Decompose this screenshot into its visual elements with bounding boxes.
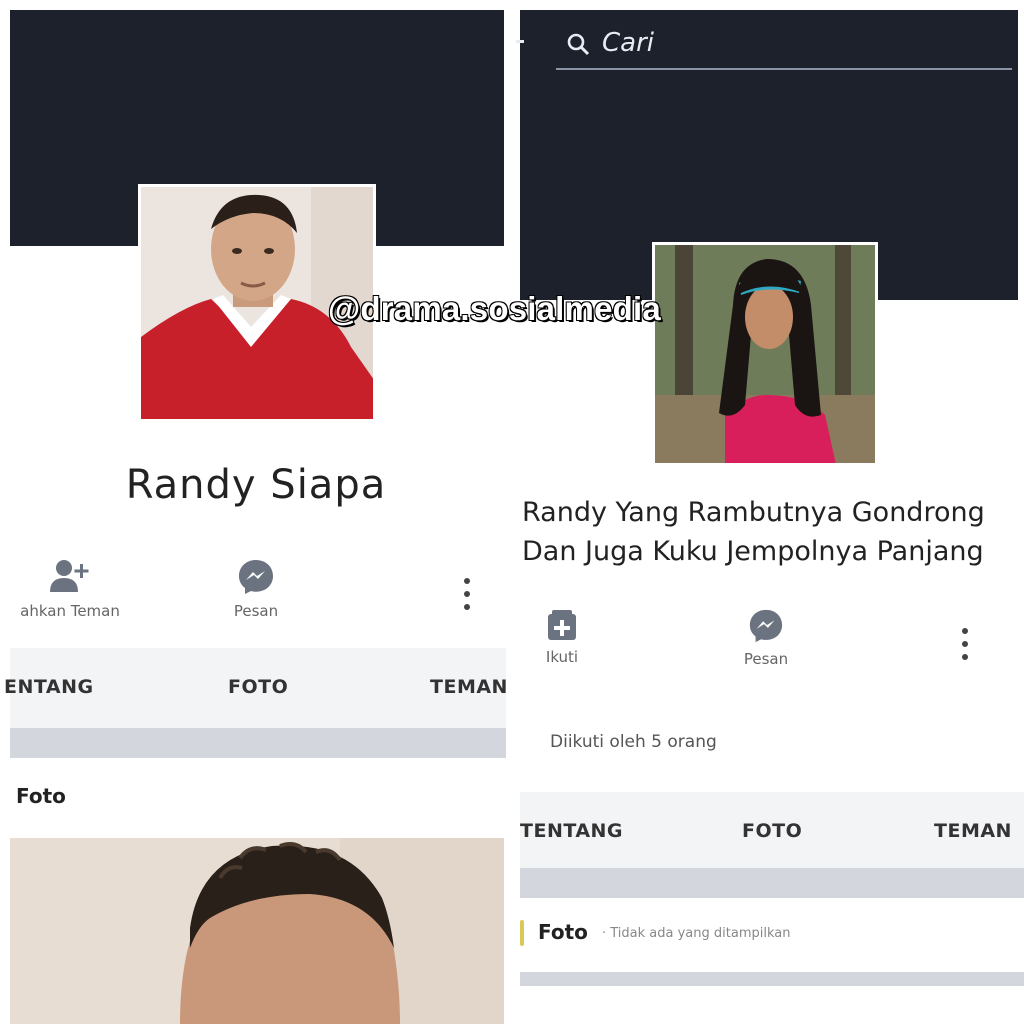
message-label: Pesan	[743, 650, 789, 668]
section-divider	[520, 972, 1024, 986]
left-profile-screenshot: Randy Siapa ahkan Teman Pesan ENTANG FOT…	[0, 0, 512, 1024]
tab-friends[interactable]: TEMAN	[934, 820, 1012, 842]
follow-label: Ikuti	[545, 648, 579, 666]
profile-tabs: ENTANG FOTO TEMAN	[4, 648, 508, 728]
add-friend-button[interactable]: ahkan Teman	[0, 558, 140, 620]
back-arrow-icon[interactable]	[516, 40, 524, 43]
tab-photos[interactable]: FOTO	[228, 676, 288, 698]
tab-about[interactable]: ENTANG	[4, 676, 94, 698]
message-button[interactable]: Pesan	[726, 608, 806, 668]
section-divider	[520, 868, 1024, 898]
section-accent	[520, 920, 524, 946]
search-input[interactable]: Cari	[602, 28, 654, 58]
message-button[interactable]: Pesan	[206, 558, 306, 620]
profile-action-bar: Ikuti Pesan	[512, 598, 1024, 690]
profile-name-line-1: Randy Yang Rambutnya Gondrong	[522, 497, 985, 528]
add-friend-icon	[50, 560, 89, 592]
photos-section-header: Foto · Tidak ada yang ditampilkan	[520, 916, 1024, 956]
profile-picture[interactable]	[652, 242, 878, 466]
section-divider	[10, 728, 506, 758]
follow-icon	[548, 610, 576, 640]
follow-button[interactable]: Ikuti	[532, 608, 592, 666]
add-friend-label: ahkan Teman	[20, 602, 120, 620]
photos-empty-note: · Tidak ada yang ditampilkan	[602, 926, 791, 941]
more-options-icon[interactable]	[962, 628, 970, 667]
watermark-text: @drama.sosialmedia	[327, 289, 661, 328]
followers-count[interactable]: Diikuti oleh 5 orang	[550, 732, 717, 752]
profile-name-line-2: Dan Juga Kuku Jempolnya Panjang	[522, 536, 984, 567]
photo-image	[10, 838, 504, 1024]
photos-section-title: Foto	[538, 920, 588, 944]
messenger-icon	[749, 609, 783, 643]
profile-action-bar: ahkan Teman Pesan	[0, 540, 512, 650]
tab-friends[interactable]: TEMAN	[430, 676, 508, 698]
messenger-icon	[239, 560, 273, 594]
profile-photo-image	[655, 245, 875, 463]
right-profile-screenshot: Cari Randy Yang Rambutnya Gondrong Dan J…	[512, 0, 1024, 1024]
search-bar[interactable]: Cari	[556, 18, 1012, 70]
more-options-icon[interactable]	[464, 578, 472, 617]
tab-photos[interactable]: FOTO	[742, 820, 802, 842]
profile-tabs: TENTANG FOTO TEMAN	[520, 792, 1024, 872]
tab-about[interactable]: TENTANG	[520, 820, 623, 842]
search-icon	[567, 33, 590, 56]
photos-section-title: Foto	[16, 784, 66, 808]
profile-name: Randy Siapa	[125, 462, 387, 508]
photo-thumbnail[interactable]	[10, 838, 504, 1024]
message-label: Pesan	[233, 602, 279, 620]
